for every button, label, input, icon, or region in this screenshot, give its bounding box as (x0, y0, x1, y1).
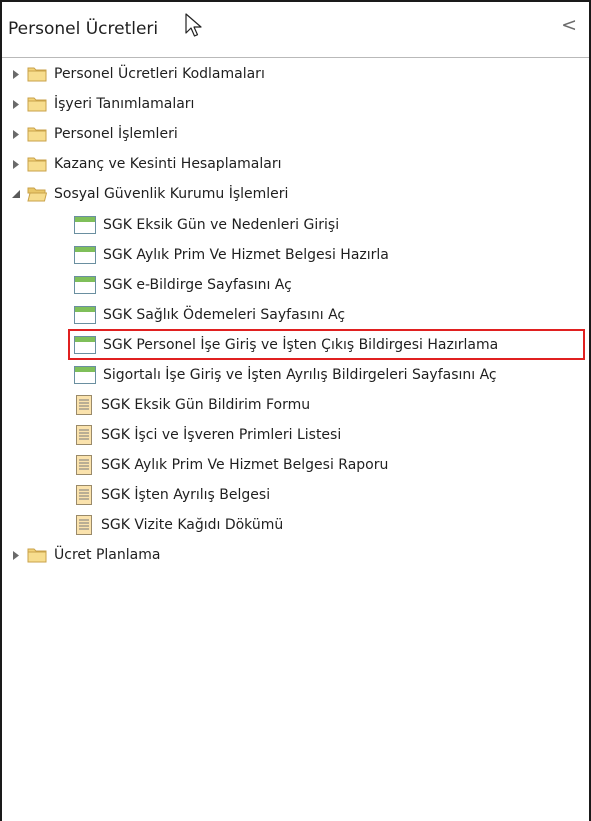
tree-leaf-label: Sigortalı İşe Giriş ve İşten Ayrılış Bil… (103, 367, 497, 383)
form-icon (74, 276, 96, 294)
collapse-panel-button[interactable]: < (561, 16, 577, 35)
tree-leaf-sgk-saglik-odemeleri[interactable]: SGK Sağlık Ödemeleri Sayfasını Aç (74, 302, 345, 328)
tree-node-label: Ücret Planlama (54, 547, 161, 563)
expand-arrow-icon[interactable] (10, 542, 22, 568)
tree-node-sgk-islemleri[interactable]: Sosyal Güvenlik Kurumu İşlemleri (10, 181, 288, 207)
folder-icon (27, 97, 47, 112)
tree-leaf-sgk-ise-giris-cikis-bildirgesi[interactable]: SGK Personel İşe Giriş ve İşten Çıkış Bi… (74, 332, 498, 358)
tree-node-label: Kazanç ve Kesinti Hesaplamaları (54, 156, 282, 172)
expand-arrow-icon[interactable] (10, 151, 22, 177)
tree-node-label: Personel Ücretleri Kodlamaları (54, 66, 265, 82)
tree-leaf-label: SGK e-Bildirge Sayfasını Aç (103, 277, 292, 293)
report-icon (76, 515, 92, 535)
form-icon (74, 216, 96, 234)
form-icon (74, 306, 96, 324)
tree-node-personel-ucretleri-kodlamalari[interactable]: Personel Ücretleri Kodlamaları (10, 61, 265, 87)
collapse-arrow-icon[interactable] (10, 181, 22, 207)
tree-leaf-label: SGK İşci ve İşveren Primleri Listesi (101, 427, 342, 443)
mouse-cursor-icon (185, 13, 202, 37)
tree-leaf-sigortali-ise-giris-sayfasi[interactable]: Sigortalı İşe Giriş ve İşten Ayrılış Bil… (74, 362, 497, 388)
form-icon (74, 246, 96, 264)
tree-leaf-label: SGK Eksik Gün ve Nedenleri Girişi (103, 217, 340, 233)
tree-leaf-sgk-isci-isveren-primleri[interactable]: SGK İşci ve İşveren Primleri Listesi (76, 422, 341, 448)
tree-node-ucret-planlama[interactable]: Ücret Planlama (10, 542, 160, 568)
navigation-panel: Personel Ücretleri < Personel Ücretleri … (0, 0, 591, 821)
tree-leaf-sgk-eksik-gun-formu[interactable]: SGK Eksik Gün Bildirim Formu (76, 392, 310, 418)
expand-arrow-icon[interactable] (10, 91, 22, 117)
folder-icon (27, 157, 47, 172)
report-icon (76, 425, 92, 445)
tree-leaf-sgk-aylik-prim-hazirla[interactable]: SGK Aylık Prim Ve Hizmet Belgesi Hazırla (74, 242, 389, 268)
tree-leaf-label: SGK Aylık Prim Ve Hizmet Belgesi Raporu (101, 457, 389, 473)
folder-open-icon (27, 187, 47, 202)
expand-arrow-icon[interactable] (10, 61, 22, 87)
tree-leaf-sgk-vizite-kagidi[interactable]: SGK Vizite Kağıdı Dökümü (76, 512, 283, 538)
tree-leaf-sgk-eksik-gun-girisi[interactable]: SGK Eksik Gün ve Nedenleri Girişi (74, 212, 339, 238)
tree-node-kazanc-ve-kesinti[interactable]: Kazanç ve Kesinti Hesaplamaları (10, 151, 282, 177)
tree-leaf-sgk-aylik-prim-raporu[interactable]: SGK Aylık Prim Ve Hizmet Belgesi Raporu (76, 452, 388, 478)
tree-leaf-label: SGK Sağlık Ödemeleri Sayfasını Aç (103, 307, 346, 323)
tree-node-label: Sosyal Güvenlik Kurumu İşlemleri (54, 186, 289, 202)
report-icon (76, 485, 92, 505)
report-icon (76, 395, 92, 415)
folder-icon (27, 127, 47, 142)
tree-leaf-label: SGK Personel İşe Giriş ve İşten Çıkış Bi… (103, 337, 499, 353)
tree-leaf-sgk-isten-ayrilis-belgesi[interactable]: SGK İşten Ayrılış Belgesi (76, 482, 270, 508)
tree-node-personel-islemleri[interactable]: Personel İşlemleri (10, 121, 178, 147)
tree-leaf-label: SGK Eksik Gün Bildirim Formu (101, 397, 311, 413)
tree-node-label: İşyeri Tanımlamaları (54, 96, 195, 112)
folder-icon (27, 67, 47, 82)
tree-node-label: Personel İşlemleri (54, 126, 178, 142)
tree-leaf-label: SGK İşten Ayrılış Belgesi (101, 487, 271, 503)
report-icon (76, 455, 92, 475)
panel-header: Personel Ücretleri < (2, 0, 589, 58)
panel-title: Personel Ücretleri (8, 19, 159, 39)
tree-leaf-label: SGK Vizite Kağıdı Dökümü (101, 517, 284, 533)
form-icon (74, 336, 96, 354)
expand-arrow-icon[interactable] (10, 121, 22, 147)
tree-node-isyeri-tanimlamalari[interactable]: İşyeri Tanımlamaları (10, 91, 194, 117)
form-icon (74, 366, 96, 384)
tree-leaf-sgk-ebildirge[interactable]: SGK e-Bildirge Sayfasını Aç (74, 272, 292, 298)
folder-icon (27, 548, 47, 563)
tree-leaf-label: SGK Aylık Prim Ve Hizmet Belgesi Hazırla (103, 247, 389, 263)
